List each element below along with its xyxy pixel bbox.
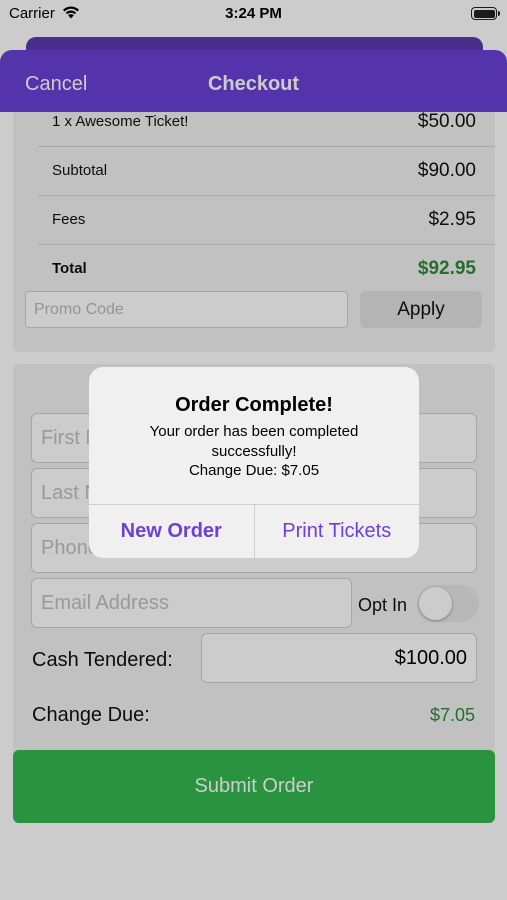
- alert-message-line: successfully!: [211, 442, 297, 460]
- print-tickets-button[interactable]: Print Tickets: [255, 505, 420, 558]
- order-complete-alert: Order Complete! Your order has been comp…: [89, 367, 419, 558]
- new-order-button[interactable]: New Order: [89, 505, 254, 558]
- alert-message: Your order has been completed successful…: [109, 422, 399, 481]
- alert-message-line: Your order has been completed: [149, 423, 359, 440]
- alert-actions: New Order Print Tickets: [89, 504, 419, 558]
- alert-change-due: Change Due: $7.05: [188, 462, 320, 479]
- alert-title: Order Complete!: [175, 394, 333, 416]
